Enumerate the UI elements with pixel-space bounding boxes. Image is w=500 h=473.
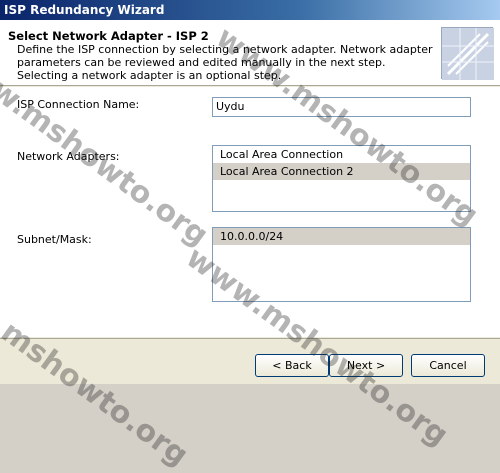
subnet-item[interactable]: 10.0.0.0/24 (213, 228, 470, 245)
adapter-item[interactable]: Local Area Connection (213, 146, 470, 163)
subnet-listbox[interactable]: 10.0.0.0/24 (212, 227, 471, 302)
wizard-logo-icon (441, 27, 494, 80)
title-bar: ISP Redundancy Wizard (0, 0, 500, 20)
wizard-window: ISP Redundancy Wizard Select Network Ada… (0, 0, 500, 473)
isp-name-label: ISP Connection Name: (17, 98, 140, 111)
wizard-header: Select Network Adapter - ISP 2 Define th… (0, 20, 500, 86)
page-title: Select Network Adapter - ISP 2 (8, 29, 209, 43)
adapter-item[interactable]: Local Area Connection 2 (213, 163, 470, 180)
next-button[interactable]: Next > (329, 354, 403, 377)
adapters-listbox[interactable]: Local Area Connection Local Area Connect… (212, 145, 471, 212)
isp-name-input[interactable]: Uydu (212, 97, 471, 117)
page-description: Define the ISP connection by selecting a… (17, 43, 433, 82)
wizard-footer: < Back Next > Cancel (0, 338, 500, 384)
cancel-button[interactable]: Cancel (411, 354, 485, 377)
wizard-body: ISP Connection Name: Uydu Network Adapte… (0, 87, 500, 337)
back-button[interactable]: < Back (255, 354, 329, 377)
subnet-label: Subnet/Mask: (17, 233, 92, 246)
adapters-label: Network Adapters: (17, 150, 120, 163)
